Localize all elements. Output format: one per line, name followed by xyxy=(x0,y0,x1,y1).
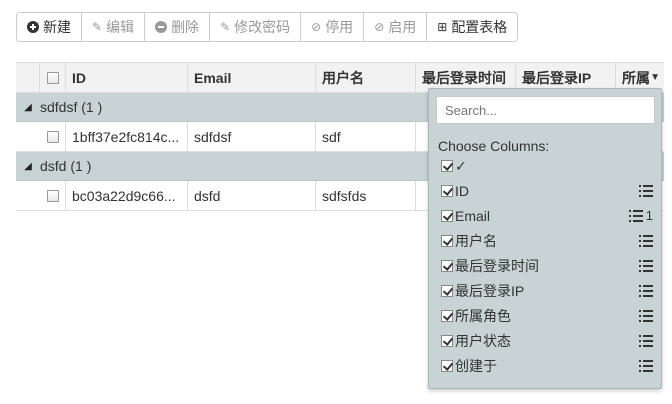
group-by-list-icon[interactable] xyxy=(639,310,653,322)
group-label: sdfdsf (1 ) xyxy=(40,99,103,115)
column-option[interactable]: 用户名 xyxy=(441,231,653,251)
header-role-label: 所属 xyxy=(622,69,650,86)
cell-id: bc03a22d9c66... xyxy=(66,181,188,210)
column-option-checkbox[interactable] xyxy=(441,160,453,172)
table-icon: ⊞ xyxy=(437,20,448,34)
header-email[interactable]: Email xyxy=(188,63,316,92)
header-username[interactable]: 用户名 xyxy=(316,63,416,92)
edit-icon: ✎ xyxy=(92,20,103,34)
delete-button[interactable]: 删除 xyxy=(145,13,211,41)
group-by-list-icon[interactable] xyxy=(639,335,653,347)
disable-button-label: 停用 xyxy=(325,19,354,35)
column-option-checkbox[interactable] xyxy=(441,335,453,347)
plus-circle-icon xyxy=(27,21,39,33)
enable-button-label: 启用 xyxy=(388,19,417,35)
column-option-label: Email xyxy=(455,208,491,224)
column-option[interactable]: Email 1 xyxy=(441,206,653,226)
collapse-triangle-icon[interactable]: ◢ xyxy=(16,102,40,113)
group-by-list-icon[interactable] xyxy=(639,260,653,272)
header-spacer xyxy=(16,63,40,92)
toolbar: 新建 ✎ 编辑 删除 ✎ 修改密码 ⊘ 停用 ⊘ 启用 ⊞ 配置表格 xyxy=(16,12,519,42)
column-search-input[interactable] xyxy=(436,96,655,124)
group-by-list-icon[interactable] xyxy=(639,285,653,297)
collapse-triangle-icon[interactable]: ◢ xyxy=(16,161,40,172)
ban-icon: ⊘ xyxy=(311,20,322,34)
cell-username: sdf xyxy=(316,122,416,151)
cell-username: sdfsfds xyxy=(316,181,416,210)
column-option[interactable]: 最后登录时间 xyxy=(441,256,653,276)
column-option-label: ✓ xyxy=(455,157,467,174)
change-password-button[interactable]: ✎ 修改密码 xyxy=(210,13,302,41)
column-option[interactable]: ✓ xyxy=(441,156,653,176)
group-by-list-icon[interactable] xyxy=(639,185,653,197)
column-option[interactable]: 所属角色 xyxy=(441,306,653,326)
group-label: dsfd (1 ) xyxy=(40,158,92,174)
configure-table-button-label: 配置表格 xyxy=(451,19,508,35)
cell-id: 1bff37e2fc814c... xyxy=(66,122,188,151)
group-by-list-icon[interactable] xyxy=(639,235,653,247)
row-checkbox-cell[interactable] xyxy=(40,181,66,210)
column-option-checkbox[interactable] xyxy=(441,185,453,197)
header-id[interactable]: ID xyxy=(66,63,188,92)
column-option[interactable]: 用户状态 xyxy=(441,331,653,351)
column-option-checkbox[interactable] xyxy=(441,310,453,322)
column-option-checkbox[interactable] xyxy=(441,360,453,372)
row-spacer xyxy=(16,122,40,151)
delete-button-label: 删除 xyxy=(171,19,200,35)
change-password-button-label: 修改密码 xyxy=(234,19,291,35)
row-spacer xyxy=(16,181,40,210)
column-option-checkbox[interactable] xyxy=(441,210,453,222)
group-by-list-icon[interactable] xyxy=(629,210,643,222)
choose-columns-caption: Choose Columns: xyxy=(438,138,550,154)
cell-email: sdfdsf xyxy=(188,122,316,151)
column-option[interactable]: ID xyxy=(441,181,653,201)
row-checkbox-cell[interactable] xyxy=(40,122,66,151)
column-option-label: 创建于 xyxy=(455,358,497,374)
minus-circle-icon xyxy=(155,21,168,33)
check-circle-icon: ⊘ xyxy=(374,20,385,34)
column-option[interactable]: 创建于 xyxy=(441,356,653,376)
enable-button[interactable]: ⊘ 启用 xyxy=(364,13,428,41)
column-option-checkbox[interactable] xyxy=(441,285,453,297)
column-chooser-panel: Choose Columns: ✓ ID Email 1 用户名最后登录时间最后登录IP… xyxy=(428,88,662,389)
column-option-checkbox[interactable] xyxy=(441,260,453,272)
row-checkbox[interactable] xyxy=(46,189,59,202)
select-all-checkbox[interactable] xyxy=(46,71,59,84)
cell-email: dsfd xyxy=(188,181,316,210)
new-button[interactable]: 新建 xyxy=(17,13,82,41)
group-order-badge: 1 xyxy=(645,208,653,223)
disable-button[interactable]: ⊘ 停用 xyxy=(301,13,365,41)
column-menu-icon[interactable]: ▼ xyxy=(650,72,660,83)
row-checkbox[interactable] xyxy=(46,130,59,143)
edit-icon: ✎ xyxy=(220,20,231,34)
header-select-all[interactable] xyxy=(40,63,66,92)
column-option[interactable]: 最后登录IP xyxy=(441,281,653,301)
column-option-label: 用户状态 xyxy=(455,333,511,349)
column-option-checkbox[interactable] xyxy=(441,235,453,247)
column-option-label: 最后登录时间 xyxy=(455,258,539,274)
edit-button[interactable]: ✎ 编辑 xyxy=(82,13,146,41)
column-option-label: 最后登录IP xyxy=(455,283,525,299)
edit-button-label: 编辑 xyxy=(106,19,135,35)
column-option-label: 用户名 xyxy=(455,233,497,249)
column-option-label: ID xyxy=(455,183,469,199)
column-option-label: 所属角色 xyxy=(455,308,511,324)
new-button-label: 新建 xyxy=(43,19,71,35)
group-by-list-icon[interactable] xyxy=(639,360,653,372)
configure-table-button[interactable]: ⊞ 配置表格 xyxy=(427,13,518,41)
